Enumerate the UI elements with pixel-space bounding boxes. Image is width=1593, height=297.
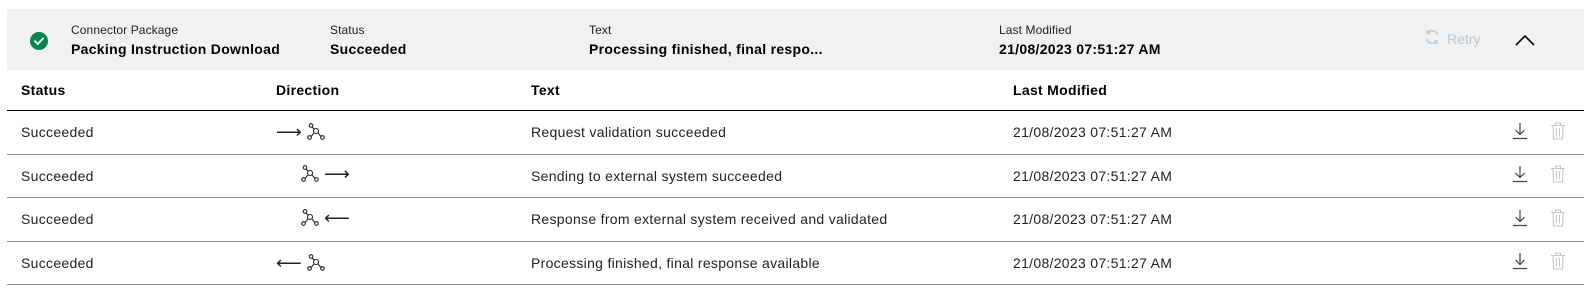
arrow-left-icon: ⟵ <box>276 252 303 273</box>
row-modified: 21/08/2023 07:51:27 AM <box>999 241 1439 285</box>
arrow-right-icon: ⟶ <box>276 122 303 143</box>
modified-value: 21/08/2023 07:51:27 AM <box>999 41 1161 57</box>
trash-icon <box>1551 122 1565 140</box>
trash-icon <box>1551 209 1565 227</box>
connector-package-panel: Connector Package Packing Instruction Do… <box>7 9 1584 289</box>
status-label: Status <box>330 23 365 37</box>
delete-button[interactable] <box>1550 252 1566 273</box>
package-name: Packing Instruction Download <box>71 41 281 57</box>
download-button[interactable] <box>1512 209 1528 230</box>
text-label: Text <box>589 23 612 37</box>
arrow-right-icon: ⟶ <box>324 164 351 185</box>
row-actions <box>1439 154 1584 198</box>
delete-button[interactable] <box>1550 122 1566 143</box>
table-row: Succeeded ⟵ Processing finished, final r… <box>7 241 1584 285</box>
download-icon <box>1512 166 1527 183</box>
download-icon <box>1512 253 1527 270</box>
status-value: Succeeded <box>330 41 407 57</box>
row-modified: 21/08/2023 07:51:27 AM <box>999 110 1439 155</box>
success-check-icon <box>30 32 48 50</box>
collapse-button[interactable] <box>1513 28 1537 52</box>
row-status: Succeeded <box>7 110 262 155</box>
package-label: Connector Package <box>71 23 179 37</box>
network-icon <box>307 123 325 141</box>
row-text: Request validation succeeded <box>517 110 999 155</box>
row-status: Succeeded <box>7 154 262 198</box>
row-actions <box>1439 110 1584 155</box>
refresh-icon <box>1423 28 1447 49</box>
chevron-up-icon <box>1515 34 1535 46</box>
table-row: Succeeded ⟶ Sending to external system s… <box>7 154 1584 198</box>
retry-label: Retry <box>1447 30 1481 47</box>
row-modified: 21/08/2023 07:51:27 AM <box>999 197 1439 242</box>
row-actions <box>1439 197 1584 242</box>
text-info: Text Processing finished, final respo... <box>589 23 823 59</box>
row-direction: ⟵ <box>262 197 517 242</box>
delete-button[interactable] <box>1550 209 1566 230</box>
trash-icon <box>1551 252 1565 270</box>
network-icon <box>307 253 325 271</box>
row-direction: ⟶ <box>262 110 517 155</box>
table-row: Succeeded ⟵ Response from external syste… <box>7 197 1584 242</box>
table-header-row: Status Direction Text Last Modified <box>7 70 1584 111</box>
delete-button[interactable] <box>1550 165 1566 186</box>
row-status: Succeeded <box>7 241 262 285</box>
retry-button[interactable]: Retry <box>1423 28 1480 49</box>
network-icon <box>301 165 319 183</box>
col-status: Status <box>7 70 262 111</box>
table-row: Succeeded ⟶ Request validation succeeded… <box>7 110 1584 155</box>
text-value: Processing finished, final respo... <box>589 41 823 57</box>
download-button[interactable] <box>1512 252 1528 273</box>
status-info: Status Succeeded <box>330 23 407 59</box>
download-icon <box>1512 122 1527 139</box>
download-button[interactable] <box>1512 122 1528 143</box>
package-info: Connector Package Packing Instruction Do… <box>71 23 280 59</box>
row-text: Sending to external system succeeded <box>517 154 999 198</box>
row-direction: ⟶ <box>262 154 517 198</box>
row-modified: 21/08/2023 07:51:27 AM <box>999 154 1439 198</box>
modified-label: Last Modified <box>999 23 1072 37</box>
trash-icon <box>1551 165 1565 183</box>
download-icon <box>1512 209 1527 226</box>
row-text: Response from external system received a… <box>517 197 999 242</box>
events-table: Status Direction Text Last Modified Succ… <box>7 70 1584 285</box>
col-text: Text <box>517 70 999 111</box>
download-button[interactable] <box>1512 165 1528 186</box>
package-header: Connector Package Packing Instruction Do… <box>7 9 1584 70</box>
row-actions <box>1439 241 1584 285</box>
row-text: Processing finished, final response avai… <box>517 241 999 285</box>
network-icon <box>301 208 319 226</box>
arrow-left-icon: ⟵ <box>324 207 351 228</box>
modified-info: Last Modified 21/08/2023 07:51:27 AM <box>999 23 1161 59</box>
row-status: Succeeded <box>7 197 262 242</box>
col-actions <box>1439 70 1584 111</box>
row-direction: ⟵ <box>262 241 517 285</box>
col-direction: Direction <box>262 70 517 111</box>
col-last-modified: Last Modified <box>999 70 1439 111</box>
